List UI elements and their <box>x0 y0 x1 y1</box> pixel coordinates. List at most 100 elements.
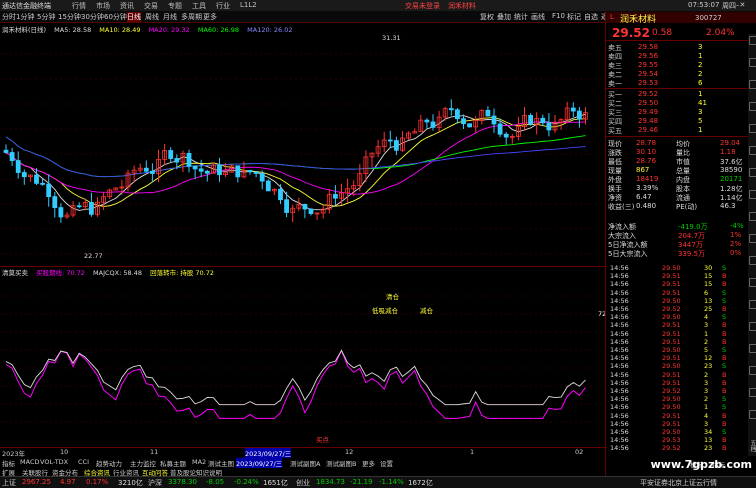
side-tool-icon[interactable] <box>749 190 756 199</box>
tool-button[interactable]: 画线 <box>531 12 545 22</box>
buy-level[interactable]: 买四 29.48 5 <box>608 117 718 126</box>
tick-volume: 4 <box>704 411 709 420</box>
tick-price: 29.52 <box>662 305 681 313</box>
buy-level[interactable]: 买一 29.52 1 <box>608 90 718 99</box>
ob-volume: 3 <box>698 43 703 51</box>
stock-link[interactable]: 润禾材料 <box>448 1 476 11</box>
tick-time: 14:56 <box>610 346 629 354</box>
tick-volume: 1 <box>704 403 709 412</box>
buy-level[interactable]: 买五 29.46 1 <box>608 126 718 135</box>
candlestick-chart[interactable]: 31.31 22.77 31.0030.0029.0028.0027.0026.… <box>0 34 605 264</box>
date-tick: 10 <box>60 448 69 456</box>
menu-item[interactable]: 资讯 <box>120 1 134 11</box>
tool-button[interactable]: 标记 <box>567 12 581 22</box>
side-tool-icon[interactable] <box>749 36 756 45</box>
buy-level[interactable]: 买二 29.50 41 <box>608 99 718 108</box>
period-tab[interactable]: 多周期 <box>181 12 202 22</box>
window-controls-icon[interactable]: –✕ <box>736 1 745 9</box>
period-tab[interactable]: 1分钟 <box>16 12 34 22</box>
menu-item[interactable]: 交易 <box>144 1 158 11</box>
sell-level[interactable]: 卖二 29.54 2 <box>608 70 718 79</box>
side-tool-icon[interactable] <box>749 410 756 419</box>
tick-volume: 15 <box>704 272 713 281</box>
period-tab[interactable]: 60分钟 <box>104 12 127 22</box>
tick-time: 14:56 <box>610 444 629 453</box>
tool-button[interactable]: 自选 <box>584 12 598 22</box>
period-tab[interactable]: 分时 <box>2 12 16 22</box>
app-title: 通达信金融终端 <box>2 2 51 10</box>
period-tab-active[interactable]: 日线 <box>127 12 141 22</box>
side-tool-icon[interactable] <box>749 58 756 67</box>
menu-item[interactable]: 行情 <box>72 1 86 11</box>
tick-time: 14:56 <box>610 264 629 272</box>
side-tool-icon[interactable] <box>749 146 756 155</box>
menu-item[interactable]: L1L2 <box>240 1 257 9</box>
stat-value: 3.39% <box>636 184 659 192</box>
sell-level[interactable]: 卖一 29.53 6 <box>608 79 718 88</box>
flow-value: 339.5万 <box>678 250 706 258</box>
tool-button[interactable]: 复权 <box>480 12 494 22</box>
candle-body <box>143 167 149 172</box>
sell-level[interactable]: 卖三 29.55 2 <box>608 61 718 70</box>
tool-button[interactable]: 统计 <box>514 12 528 22</box>
date-tick: 12 <box>345 448 354 456</box>
tick-side: B <box>722 272 727 281</box>
price-grid <box>0 53 605 255</box>
tick-row: 14:56 29.50 34 S <box>610 428 730 436</box>
side-tool-icon[interactable] <box>749 344 756 353</box>
tick-time: 14:56 <box>610 272 629 281</box>
period-tab[interactable]: 月线 <box>163 12 177 22</box>
candle-body <box>46 183 52 198</box>
sell-level[interactable]: 卖五 29.58 3 <box>608 43 718 52</box>
period-tab[interactable]: 5分钟 <box>37 12 55 22</box>
period-tab[interactable]: 更多 <box>203 12 217 22</box>
period-tab[interactable]: 周线 <box>145 12 159 22</box>
sh-pct: 0.17% <box>86 478 109 486</box>
tick-volume: 2 <box>704 370 709 379</box>
side-tool-icon[interactable] <box>749 366 756 375</box>
flow-pct: 2% <box>730 240 742 248</box>
sell-level[interactable]: 卖四 29.56 1 <box>608 52 718 61</box>
menu-item[interactable]: 工具 <box>192 1 206 11</box>
side-tool-icon[interactable] <box>749 234 756 243</box>
menu-item[interactable]: 行业 <box>216 1 230 11</box>
ma5-value: MA5: 28.58 <box>54 26 92 34</box>
menu-item[interactable]: 市场 <box>96 1 110 11</box>
side-tool-icon[interactable] <box>749 102 756 111</box>
ob-price: 29.52 <box>638 90 659 98</box>
candle-body <box>198 168 204 172</box>
stat-value: 0.480 <box>636 202 657 210</box>
side-tool-icon[interactable] <box>749 388 756 397</box>
side-tab[interactable]: 五档 <box>748 440 756 452</box>
candle-body <box>174 158 180 163</box>
side-tool-icon[interactable] <box>749 322 756 331</box>
tool-button[interactable]: 叠加 <box>497 12 511 22</box>
cy-index: 1834.73 <box>316 478 345 486</box>
side-tool-icon[interactable] <box>749 256 756 265</box>
tick-side: B <box>722 419 727 428</box>
side-tool-icon[interactable] <box>749 278 756 287</box>
indicator-tab[interactable]: MA2 <box>192 458 206 466</box>
login-status[interactable]: 交易未登录 <box>405 1 440 11</box>
candle-body <box>540 117 546 124</box>
indicator-tab[interactable]: VOL-TDX <box>40 458 68 466</box>
period-tab[interactable]: 15分钟 <box>58 12 81 22</box>
tick-side: B <box>722 436 727 445</box>
tick-side: S <box>722 403 727 412</box>
candle-body <box>308 208 314 214</box>
ob-price: 29.55 <box>638 61 659 69</box>
tick-volume: 23 <box>704 362 713 371</box>
side-tool-icon[interactable] <box>749 124 756 133</box>
indicator-tab[interactable]: CCI <box>78 458 89 466</box>
stock-market-icon: L <box>610 13 614 21</box>
side-tool-icon[interactable] <box>749 300 756 309</box>
menu-item[interactable]: 专题 <box>168 1 182 11</box>
tool-button[interactable]: F10 <box>552 12 565 20</box>
indicator-tab[interactable]: MACD <box>20 458 39 466</box>
side-tool-icon[interactable] <box>749 168 756 177</box>
period-tab[interactable]: 30分钟 <box>81 12 104 22</box>
side-tool-icon[interactable] <box>749 212 756 221</box>
side-tool-icon[interactable] <box>749 80 756 89</box>
indicator-chart[interactable]: 80.0070.0060.0050.0040.0030.0020.0010.00… <box>0 276 605 446</box>
buy-level[interactable]: 买三 29.49 3 <box>608 108 718 117</box>
